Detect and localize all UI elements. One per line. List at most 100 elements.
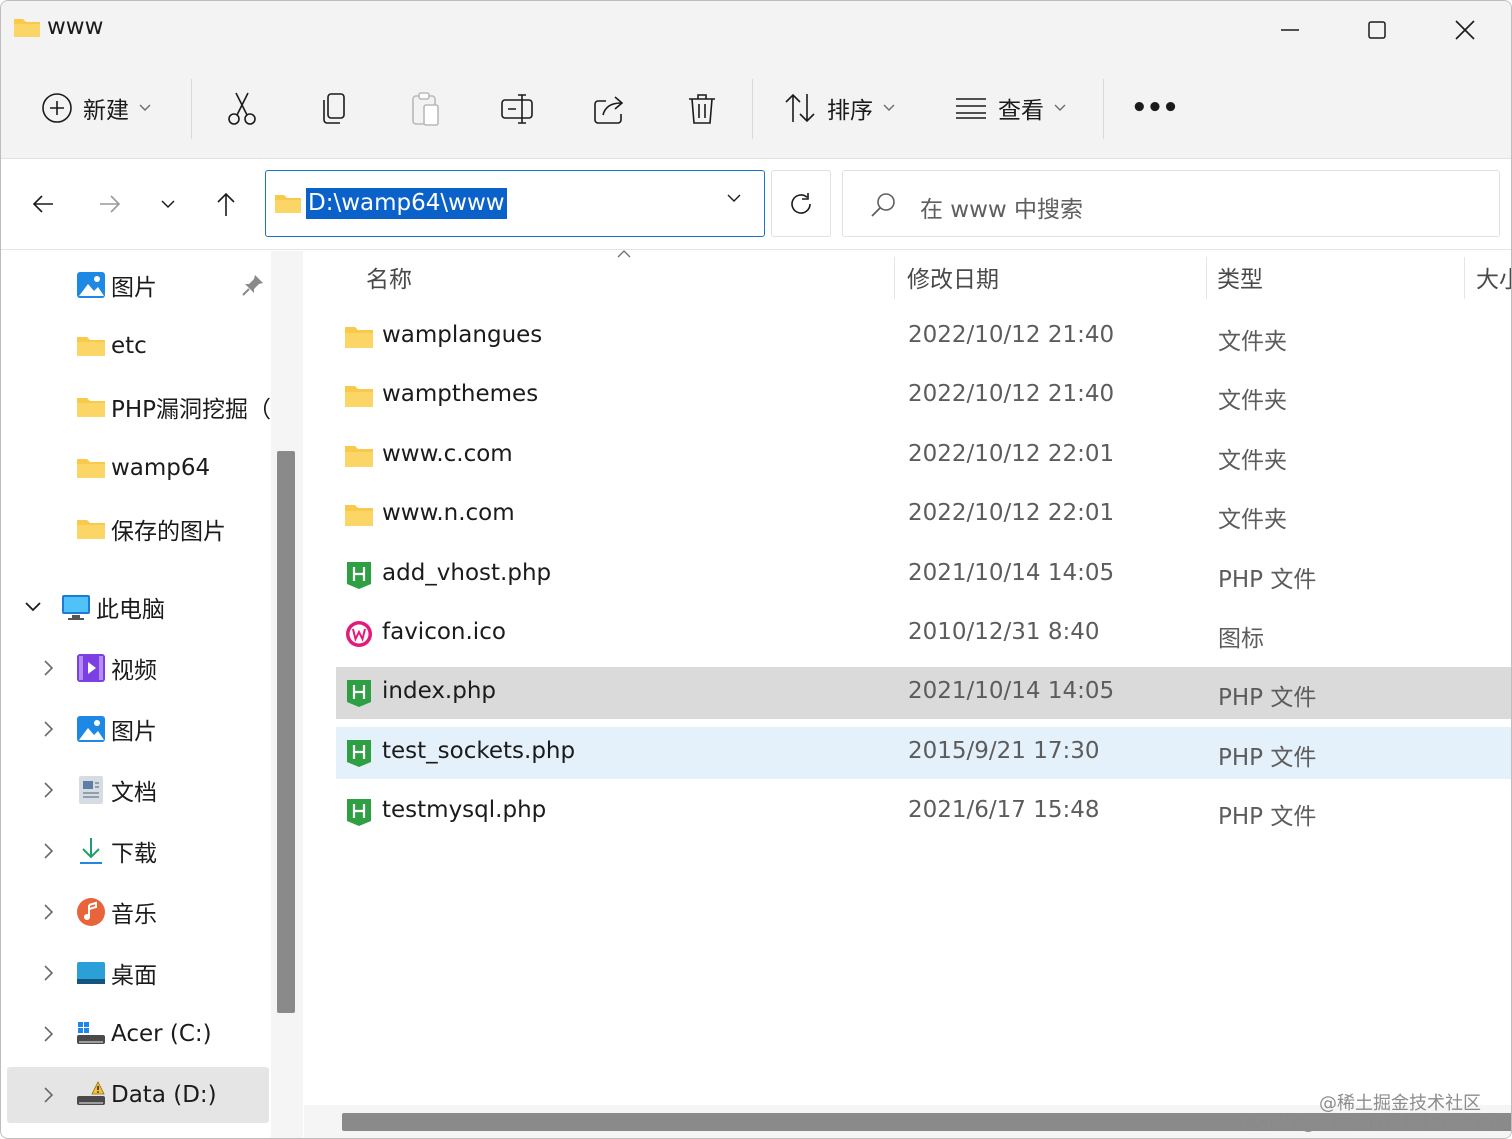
sidebar-item-music[interactable]: 音乐 [1,884,271,940]
column-header-size[interactable]: 大小 [1476,251,1511,303]
recent-locations-button[interactable] [146,182,190,226]
file-row[interactable]: www.n.com 2022/10/12 22:01 文件夹 [336,489,1511,541]
sidebar-item-this-pc[interactable]: 此电脑 [1,579,271,635]
folder-icon [77,398,105,417]
chevron-down-icon[interactable] [726,193,742,203]
forward-button[interactable] [88,182,132,226]
search-box[interactable]: 在 www 中搜索 [842,170,1500,237]
column-header-modified[interactable]: 修改日期 [907,251,999,303]
file-row[interactable]: wamplangues 2022/10/12 21:40 文件夹 [336,311,1511,363]
close-button[interactable] [1421,1,1509,59]
file-modified-date: 2015/9/21 17:30 [908,738,1100,764]
sidebar-item-label: 桌面 [111,963,157,989]
chevron-right-icon[interactable] [38,963,58,983]
sidebar-item-drive-c[interactable]: Acer (C:) [1,1006,271,1062]
sidebar-item-label: etc [111,333,147,359]
more-icon: ••• [1131,93,1179,123]
column-divider[interactable] [894,257,895,299]
pin-icon[interactable] [241,273,265,297]
back-button[interactable] [21,182,65,226]
copy-button[interactable] [312,87,356,131]
sidebar-item-downloads[interactable]: 下载 [1,823,271,879]
chevron-right-icon[interactable] [38,658,58,678]
rename-icon [501,94,533,124]
file-list: 名称 修改日期 类型 大小 wamplangues 2022/10/12 21:4… [304,250,1511,1138]
sidebar-item-pictures-pinned[interactable]: 图片 [1,257,271,313]
sidebar-item-pictures[interactable]: 图片 [1,701,271,757]
more-options-button[interactable]: ••• [1131,75,1179,141]
watermark-csdn: CSDN @被吉师散养的职业混子 [1241,1113,1497,1134]
sidebar-item-videos[interactable]: 视频 [1,640,271,696]
share-icon [594,96,624,124]
sidebar-item-documents[interactable]: 文档 [1,762,271,818]
rename-button[interactable] [496,87,540,131]
plus-circle-icon [42,93,72,123]
sidebar-item-drive-d[interactable]: Data (D:) [7,1067,269,1123]
pictures-icon [77,716,105,742]
sidebar-item-saved-pictures[interactable]: 保存的图片 [1,501,271,557]
sidebar-item-desktop[interactable]: 桌面 [1,945,271,1001]
file-modified-date: 2022/10/12 22:01 [908,500,1115,526]
sidebar-item-etc[interactable]: etc [1,318,271,374]
address-bar[interactable]: D:\wamp64\www [265,170,765,237]
file-row[interactable]: test_sockets.php 2015/9/21 17:30 PHP 文件 [336,727,1511,779]
sidebar-item-label: 保存的图片 [111,519,226,545]
sort-icon [785,93,815,123]
column-divider[interactable] [1464,257,1465,299]
delete-button[interactable] [680,87,724,131]
file-name: test_sockets.php [382,738,576,764]
sidebar-item-php-folder[interactable]: PHP漏洞挖掘（ [1,379,271,435]
chevron-right-icon[interactable] [38,841,58,861]
separator [191,79,192,139]
address-path[interactable]: D:\wamp64\www [306,188,507,219]
sort-ascending-icon [617,250,631,258]
file-modified-date: 2022/10/12 21:40 [908,381,1115,407]
chevron-down-icon [139,104,151,111]
sort-button[interactable]: 排序 [783,75,895,141]
cut-button[interactable] [220,87,264,131]
minimize-button[interactable] [1246,1,1334,59]
up-button[interactable] [204,182,248,226]
php-file-icon [347,562,371,589]
column-header-name[interactable]: 名称 [366,251,412,303]
new-button[interactable]: 新建 [41,75,151,141]
sidebar-item-label: PHP漏洞挖掘（ [111,397,272,423]
chevron-right-icon[interactable] [38,1024,58,1044]
chevron-down-icon[interactable] [23,597,43,617]
sidebar-item-label: 下载 [111,841,157,867]
file-type: PHP 文件 [1218,804,1317,830]
file-type: PHP 文件 [1218,745,1317,771]
sidebar-item-label: 图片 [111,719,157,745]
column-divider[interactable] [1206,257,1207,299]
sidebar-item-wamp64[interactable]: wamp64 [1,440,271,496]
trash-icon [689,94,715,124]
file-row[interactable]: testmysql.php 2021/6/17 15:48 PHP 文件 [336,786,1511,838]
downloads-icon [80,838,102,864]
navigation-pane: 图片 etc PHP漏洞挖掘（ wamp64 保存的图片 此电脑 视频 图片 文… [1,251,271,1138]
view-button-label: 查看 [998,98,1044,124]
chevron-right-icon[interactable] [38,719,58,739]
paste-button[interactable] [404,87,448,131]
sidebar-item-label: 图片 [111,275,157,301]
view-button[interactable]: 查看 [954,75,1066,141]
file-row[interactable]: www.c.com 2022/10/12 22:01 文件夹 [336,430,1511,482]
file-row[interactable]: favicon.ico 2010/12/31 8:40 图标 [336,608,1511,660]
file-row[interactable]: add_vhost.php 2021/10/14 14:05 PHP 文件 [336,549,1511,601]
sidebar-item-label: 音乐 [111,902,157,928]
file-row[interactable]: wampthemes 2022/10/12 21:40 文件夹 [336,370,1511,422]
chevron-right-icon[interactable] [38,1085,58,1105]
documents-icon [79,776,103,804]
share-button[interactable] [588,87,632,131]
column-header-type[interactable]: 类型 [1217,251,1263,303]
chevron-right-icon[interactable] [38,902,58,922]
sidebar-scrollbar-thumb[interactable] [277,451,295,1013]
php-file-icon [347,740,371,767]
search-input[interactable]: 在 www 中搜索 [920,190,1083,224]
chevron-right-icon[interactable] [38,780,58,800]
music-icon [77,898,105,926]
file-row[interactable]: index.php 2021/10/14 14:05 PHP 文件 [336,667,1511,719]
wamp-icon-file-icon [346,621,372,647]
close-icon [1455,20,1475,40]
maximize-button[interactable] [1333,1,1421,59]
refresh-button[interactable] [771,170,831,237]
